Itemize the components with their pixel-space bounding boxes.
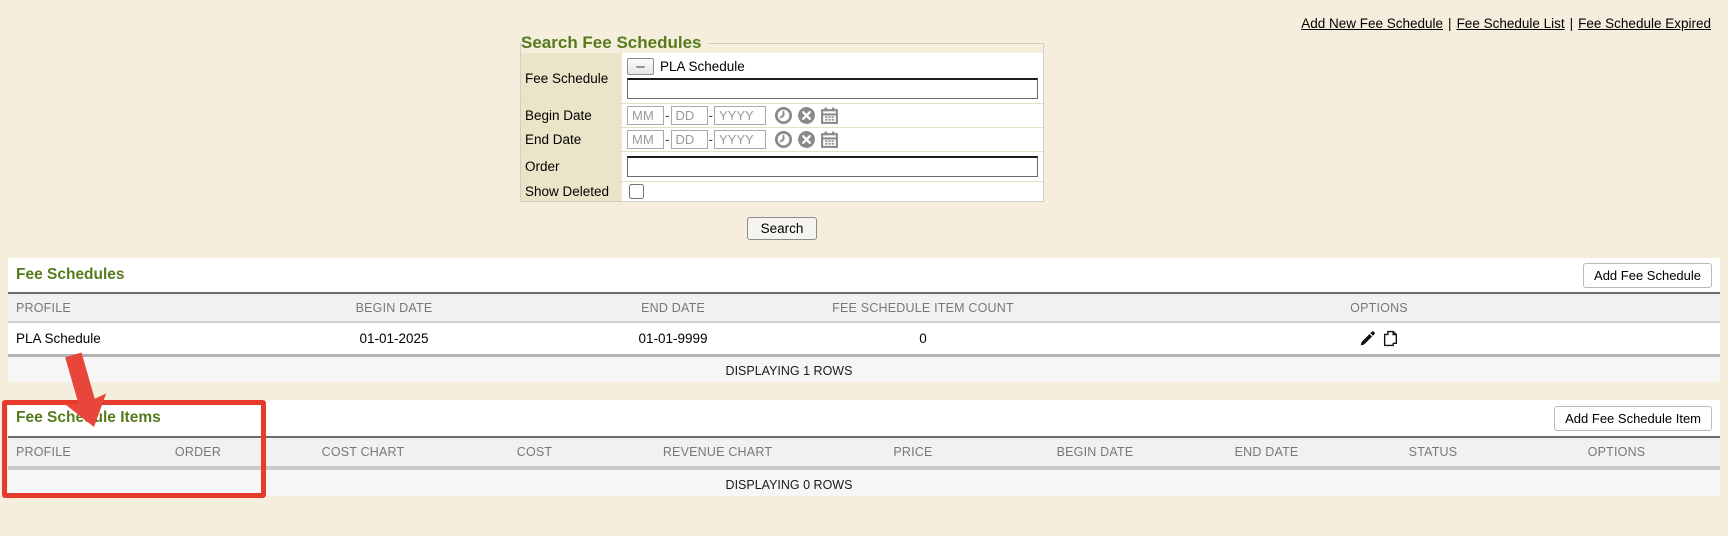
end-date-month-input[interactable] (627, 130, 664, 149)
column-header-price: PRICE (816, 445, 1010, 459)
order-input[interactable] (627, 156, 1038, 177)
search-fieldset: Search Fee Schedules Fee Schedule – PLA … (520, 33, 1044, 202)
show-deleted-checkbox[interactable] (629, 184, 644, 199)
top-nav: Add New Fee Schedule|Fee Schedule List|F… (1301, 16, 1711, 31)
red-arrow-annotation (0, 0, 220, 460)
copy-icon[interactable] (1382, 330, 1399, 347)
show-deleted-field (622, 182, 1043, 201)
add-fee-schedule-button[interactable]: Add Fee Schedule (1583, 263, 1712, 288)
column-header-profile: PROFILE (8, 445, 120, 459)
column-header-end-date: END DATE (1180, 445, 1353, 459)
row-end-date: 01-01-9999 (538, 331, 808, 346)
end-date-day-input[interactable] (671, 130, 708, 149)
add-fee-schedule-item-button[interactable]: Add Fee Schedule Item (1554, 406, 1712, 431)
remove-fee-schedule-tag-button[interactable]: – (627, 58, 654, 75)
end-date-field: - - (622, 128, 1043, 152)
date-separator: - (665, 108, 670, 123)
link-fee-schedule-list[interactable]: Fee Schedule List (1457, 16, 1565, 31)
column-header-order: ORDER (120, 445, 276, 459)
fee-schedule-input[interactable] (627, 78, 1038, 99)
order-field (622, 152, 1043, 182)
fee-schedules-row-count: DISPLAYING 1 ROWS (8, 354, 1720, 382)
column-header-item-count: FEE SCHEDULE ITEM COUNT (808, 301, 1038, 315)
begin-date-month-input[interactable] (627, 106, 664, 125)
fee-schedules-title: Fee Schedules (16, 266, 125, 284)
fee-schedule-items-panel: Fee Schedule Items Add Fee Schedule Item… (8, 400, 1720, 496)
begin-date-field: - - (622, 104, 1043, 128)
search-form-title: Search Fee Schedules (521, 33, 708, 53)
search-fee-schedules-form: Search Fee Schedules Fee Schedule – PLA … (520, 33, 1044, 202)
column-header-cost: COST (450, 445, 619, 459)
date-separator: - (709, 108, 714, 123)
column-header-revenue-chart: REVENUE CHART (619, 445, 816, 459)
table-row: PLA Schedule 01-01-2025 01-01-9999 0 (8, 321, 1720, 354)
show-deleted-label: Show Deleted (521, 182, 622, 201)
fee-schedules-header-row: PROFILE BEGIN DATE END DATE FEE SCHEDULE… (8, 294, 1720, 321)
column-header-end-date: END DATE (538, 301, 808, 315)
nav-separator: | (1443, 16, 1457, 31)
fee-schedule-label: Fee Schedule (521, 53, 622, 104)
clear-date-icon[interactable] (797, 106, 816, 125)
order-label: Order (521, 152, 622, 182)
calendar-icon[interactable] (820, 130, 839, 149)
pencil-icon[interactable] (1359, 330, 1376, 347)
column-header-options: OPTIONS (1513, 445, 1720, 459)
clear-date-icon[interactable] (797, 130, 816, 149)
row-begin-date: 01-01-2025 (250, 331, 538, 346)
column-header-cost-chart: COST CHART (276, 445, 450, 459)
column-header-profile: PROFILE (8, 301, 250, 315)
fee-schedules-panel: Fee Schedules Add Fee Schedule PROFILE B… (8, 258, 1720, 382)
begin-date-year-input[interactable] (714, 106, 766, 125)
row-profile: PLA Schedule (8, 331, 250, 346)
row-item-count: 0 (808, 331, 1038, 346)
column-header-begin-date: BEGIN DATE (1010, 445, 1180, 459)
clock-icon[interactable] (774, 130, 793, 149)
end-date-year-input[interactable] (714, 130, 766, 149)
end-date-label: End Date (521, 128, 622, 152)
nav-separator: | (1565, 16, 1579, 31)
fee-schedule-items-row-count: DISPLAYING 0 ROWS (8, 466, 1720, 496)
fee-schedule-items-title: Fee Schedule Items (16, 409, 161, 427)
selected-fee-schedule-tag: PLA Schedule (660, 59, 745, 74)
column-header-status: STATUS (1353, 445, 1513, 459)
date-separator: - (665, 132, 670, 147)
calendar-icon[interactable] (820, 106, 839, 125)
column-header-options: OPTIONS (1038, 301, 1720, 315)
begin-date-label: Begin Date (521, 104, 622, 128)
column-header-begin-date: BEGIN DATE (250, 301, 538, 315)
fee-schedule-items-header-row: PROFILE ORDER COST CHART COST REVENUE CH… (8, 438, 1720, 466)
fee-schedule-field: – PLA Schedule (622, 53, 1043, 104)
search-button[interactable]: Search (747, 217, 818, 240)
date-separator: - (709, 132, 714, 147)
begin-date-day-input[interactable] (671, 106, 708, 125)
link-fee-schedule-expired[interactable]: Fee Schedule Expired (1578, 16, 1711, 31)
link-add-new-fee-schedule[interactable]: Add New Fee Schedule (1301, 16, 1443, 31)
clock-icon[interactable] (774, 106, 793, 125)
